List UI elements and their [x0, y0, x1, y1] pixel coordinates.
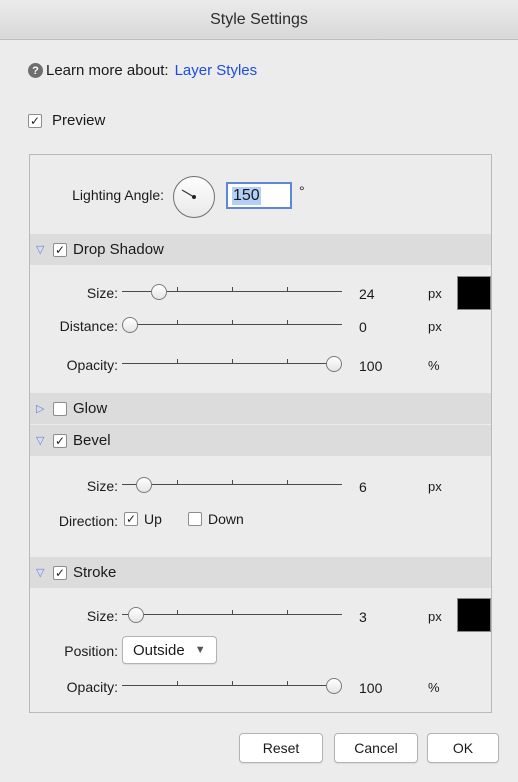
stroke-size-slider[interactable] [122, 606, 342, 624]
slider-tick [232, 681, 233, 686]
bevel-direction-label: Direction: [58, 513, 118, 529]
drop-shadow-opacity-value: 100 [359, 358, 383, 374]
slider-tick [177, 359, 178, 364]
direction-up-checkbox[interactable]: ✓ [124, 512, 138, 526]
slider-tick [287, 359, 288, 364]
bevel-size-unit: px [428, 479, 442, 494]
stroke-opacity-unit: % [428, 680, 440, 695]
stroke-size-value: 3 [359, 609, 367, 625]
drop-shadow-size-label: Size: [86, 285, 118, 301]
help-prefix: Learn more about: [46, 62, 169, 79]
drop-shadow-header[interactable]: ▽ ✓ Drop Shadow [30, 234, 491, 265]
ok-button[interactable]: OK [427, 733, 499, 763]
slider-tick [177, 681, 178, 686]
bevel-size-slider[interactable] [122, 476, 342, 494]
stroke-header[interactable]: ▽ ✓ Stroke [30, 557, 491, 588]
glow-header[interactable]: ▷ Glow [30, 393, 491, 424]
degree-symbol: ° [299, 183, 305, 199]
slider-knob[interactable] [122, 317, 138, 333]
slider-tick [232, 287, 233, 292]
layer-styles-link[interactable]: Layer Styles [175, 62, 258, 79]
drop-shadow-distance-slider[interactable] [122, 316, 342, 334]
drop-shadow-title: Drop Shadow [73, 241, 164, 258]
slider-tick [177, 320, 178, 325]
glow-checkbox[interactable] [53, 401, 67, 416]
slider-knob[interactable] [326, 678, 342, 694]
style-settings-panel: Lighting Angle: 150 ° ▽ ✓ Drop Shadow Si… [29, 154, 492, 713]
bevel-direction-down[interactable]: Down [188, 511, 244, 527]
drop-shadow-size-slider[interactable] [122, 283, 342, 301]
reset-button[interactable]: Reset [239, 733, 323, 763]
slider-tick [287, 320, 288, 325]
slider-knob[interactable] [128, 607, 144, 623]
stroke-color-swatch[interactable] [457, 598, 491, 632]
help-icon[interactable]: ? [28, 63, 43, 78]
stroke-opacity-value: 100 [359, 680, 383, 696]
direction-down-checkbox[interactable] [188, 512, 202, 526]
stroke-position-label: Position: [64, 643, 118, 659]
slider-tick [177, 480, 178, 485]
direction-down-label: Down [208, 511, 244, 527]
drop-shadow-distance-unit: px [428, 319, 442, 334]
stroke-size-unit: px [428, 609, 442, 624]
slider-knob[interactable] [136, 477, 152, 493]
stroke-position-dropdown[interactable]: Outside ▼ [122, 636, 217, 664]
drop-shadow-opacity-unit: % [428, 358, 440, 373]
stroke-checkbox[interactable]: ✓ [53, 565, 67, 580]
slider-tick [177, 287, 178, 292]
disclosure-expanded-icon[interactable]: ▽ [36, 243, 50, 256]
bevel-checkbox[interactable]: ✓ [53, 433, 67, 448]
drop-shadow-checkbox[interactable]: ✓ [53, 242, 67, 257]
slider-tick [287, 287, 288, 292]
preview-toggle[interactable]: ✓ Preview [28, 112, 105, 129]
drop-shadow-opacity-label: Opacity: [66, 357, 118, 373]
slider-tick [287, 681, 288, 686]
drop-shadow-size-unit: px [428, 286, 442, 301]
direction-up-label: Up [144, 511, 162, 527]
stroke-size-label: Size: [86, 608, 118, 624]
disclosure-expanded-icon[interactable]: ▽ [36, 566, 50, 579]
lighting-angle-label: Lighting Angle: [72, 187, 164, 203]
stroke-position-value: Outside [133, 641, 185, 659]
slider-knob[interactable] [151, 284, 167, 300]
bevel-size-value: 6 [359, 479, 367, 495]
glow-title: Glow [73, 400, 108, 417]
slider-tick [232, 610, 233, 615]
slider-tick [232, 359, 233, 364]
slider-tick [287, 480, 288, 485]
lighting-angle-dial[interactable] [173, 176, 215, 218]
drop-shadow-distance-label: Distance: [59, 318, 118, 334]
lighting-angle-input[interactable]: 150 [226, 182, 292, 209]
drop-shadow-distance-value: 0 [359, 319, 367, 335]
stroke-title: Stroke [73, 564, 117, 581]
window-title: Style Settings [0, 0, 518, 40]
chevron-down-icon: ▼ [194, 644, 206, 656]
slider-tick [232, 480, 233, 485]
slider-tick [177, 610, 178, 615]
disclosure-expanded-icon[interactable]: ▽ [36, 434, 50, 447]
bevel-header[interactable]: ▽ ✓ Bevel [30, 425, 491, 456]
disclosure-collapsed-icon[interactable]: ▷ [36, 402, 50, 415]
slider-knob[interactable] [326, 356, 342, 372]
bevel-direction-up[interactable]: ✓ Up [124, 511, 162, 527]
drop-shadow-opacity-slider[interactable] [122, 355, 342, 373]
preview-label: Preview [52, 112, 106, 129]
lighting-angle-value: 150 [232, 186, 261, 205]
bevel-title: Bevel [73, 432, 111, 449]
cancel-button[interactable]: Cancel [334, 733, 418, 763]
preview-checkbox[interactable]: ✓ [28, 113, 42, 128]
slider-tick [287, 610, 288, 615]
help-line: ? Learn more about: Layer Styles [28, 62, 257, 79]
drop-shadow-color-swatch[interactable] [457, 276, 491, 310]
stroke-opacity-slider[interactable] [122, 677, 342, 695]
stroke-opacity-label: Opacity: [66, 679, 118, 695]
slider-tick [232, 320, 233, 325]
drop-shadow-size-value: 24 [359, 286, 375, 302]
bevel-size-label: Size: [86, 478, 118, 494]
